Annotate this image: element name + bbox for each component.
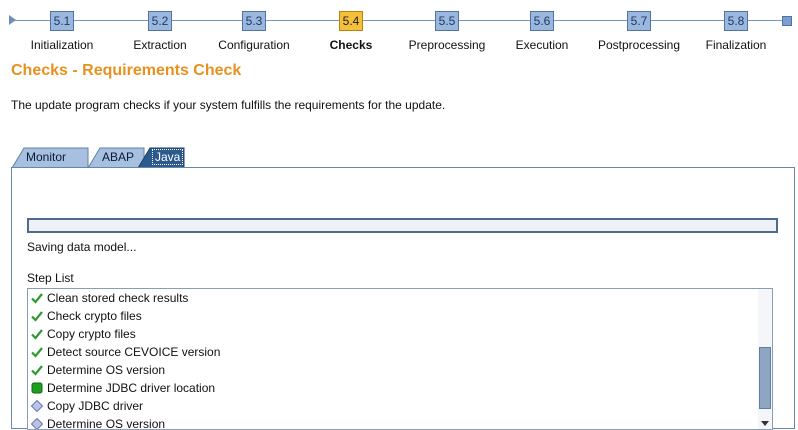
step-label: Postprocessing [597,38,681,52]
java-tab-panel: Saving data model... Step List Clean sto… [11,167,795,430]
check-icon [31,293,43,304]
tab-label: Monitor [26,150,67,164]
step-label: Detect source CEVOICE version [47,345,221,359]
list-item[interactable]: Clean stored check results [28,289,763,307]
check-icon [31,311,43,322]
roadmap-step-5-6[interactable]: 5.6 Execution [492,11,592,52]
in-progress-icon [31,382,43,394]
step-list-scrollbar[interactable] [758,288,773,430]
step-label: Configuration [218,38,290,52]
check-icon [31,347,43,358]
check-icon [31,365,43,376]
step-number: 5.3 [242,11,266,31]
step-number: 5.5 [435,11,459,31]
step-label: Execution [515,38,569,52]
list-item[interactable]: Determine JDBC driver location [28,379,763,397]
list-item[interactable]: Check crypto files [28,307,763,325]
roadmap-step-5-4[interactable]: 5.4 Checks [301,11,401,52]
pending-icon [31,418,43,429]
step-number: 5.8 [724,11,748,31]
step-label: Extraction [133,38,187,52]
page-title: Checks - Requirements Check [11,62,242,79]
list-item[interactable]: Determine OS version [28,361,763,379]
step-label: Determine JDBC driver location [47,381,216,395]
step-number: 5.4 [339,11,363,31]
step-label: Initialization [30,38,94,52]
step-label: Preprocessing [408,38,486,52]
progress-bar [27,218,778,233]
step-number: 5.1 [50,11,74,31]
step-label: Copy crypto files [47,327,136,341]
page-description: The update program checks if your system… [11,98,446,112]
tab-label: Java [152,149,184,165]
step-label: Checks [329,38,373,52]
scrollbar-thumb[interactable] [759,347,771,409]
roadmap-step-5-1[interactable]: 5.1 Initialization [12,11,112,52]
roadmap-step-5-7[interactable]: 5.7 Postprocessing [589,11,689,52]
list-item[interactable]: Detect source CEVOICE version [28,343,763,361]
tab-label: ABAP [102,150,135,164]
roadmap-step-5-8[interactable]: 5.8 Finalization [686,11,786,52]
list-item[interactable]: Determine OS version [28,415,763,429]
step-number: 5.6 [530,11,554,31]
roadmap-step-5-5[interactable]: 5.5 Preprocessing [397,11,497,52]
step-label: Copy JDBC driver [47,399,144,413]
roadmap-step-5-2[interactable]: 5.2 Extraction [110,11,210,52]
step-list[interactable]: Clean stored check results Check crypto … [27,288,764,430]
roadmap-step-5-3[interactable]: 5.3 Configuration [204,11,304,52]
scroll-down-arrow-icon[interactable] [760,418,770,428]
tab-strip: Monitor ABAP Java [12,147,312,168]
pending-icon [31,400,43,412]
status-text: Saving data model... [27,240,137,254]
roadmap: 5.1 Initialization 5.2 Extraction 5.3 Co… [0,0,798,56]
step-label: Determine OS version [47,363,166,377]
step-number: 5.2 [148,11,172,31]
step-number: 5.7 [627,11,651,31]
check-icon [31,329,43,340]
tab-java[interactable]: Java [138,147,194,167]
step-list-label: Step List [27,271,74,285]
list-item[interactable]: Copy crypto files [28,325,763,343]
step-label: Clean stored check results [47,291,189,305]
list-item[interactable]: Copy JDBC driver [28,397,763,415]
step-label: Check crypto files [47,309,142,323]
step-label: Finalization [705,38,767,52]
